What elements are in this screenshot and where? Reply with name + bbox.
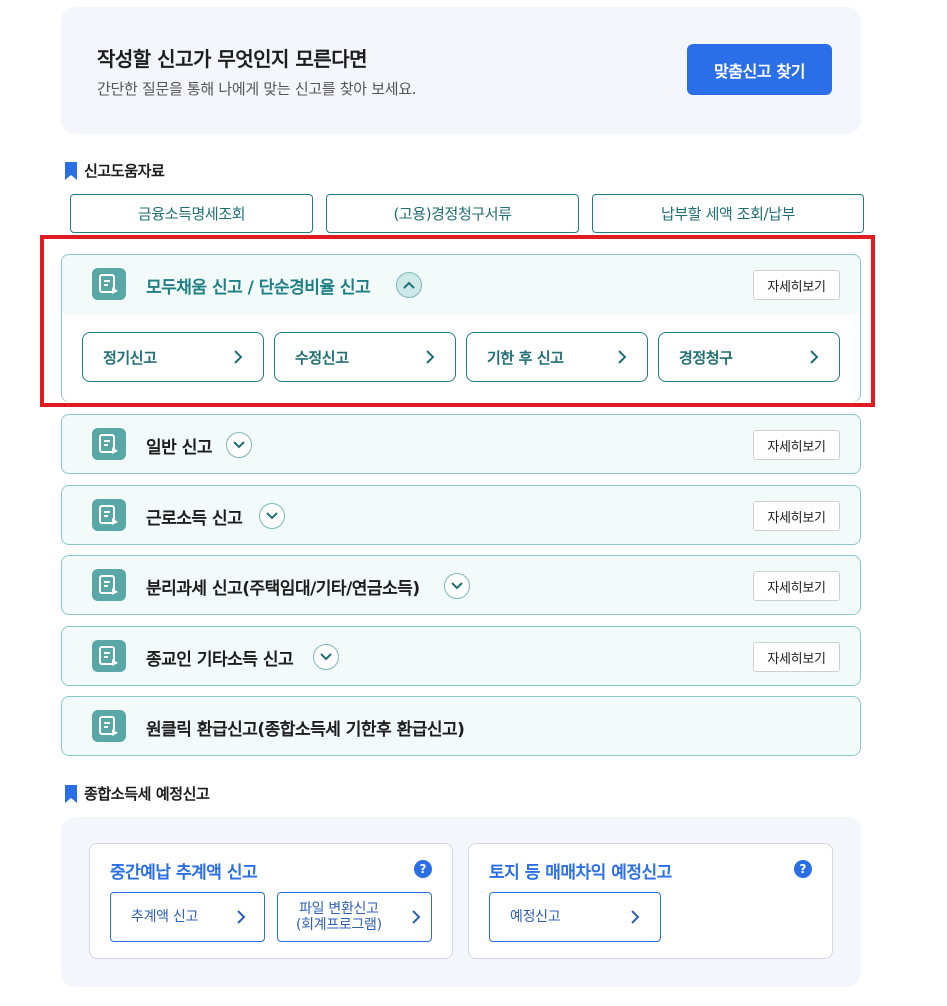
button-label: 추계액 신고: [131, 909, 199, 925]
card-title: 중간예납 추계액 신고: [110, 863, 258, 883]
interim-prepayment-card: 중간예납 추계액 신고 ? 추계액 신고 파일 변환신고 (회계프로그램): [89, 843, 453, 959]
accordion-title: 종교인 기타소득 신고: [146, 650, 294, 670]
document-edit-icon: [92, 640, 126, 672]
banner-title: 작성할 신고가 무엇인지 모른다면: [97, 47, 368, 71]
detail-view-button[interactable]: 자세히보기: [753, 642, 840, 672]
estimate-section-title: 종합소득세 예정신고: [84, 785, 210, 803]
amended-report-button[interactable]: 수정신고: [274, 332, 456, 382]
detail-view-button[interactable]: 자세히보기: [753, 270, 840, 300]
chevron-down-icon[interactable]: [259, 503, 285, 529]
accordion-religious-income-report[interactable]: 종교인 기타소득 신고 자세히보기: [61, 626, 861, 686]
estimate-section-heading: 종합소득세 예정신고: [64, 783, 210, 804]
question-circle-icon[interactable]: ?: [794, 860, 812, 878]
help-section-heading: 신고도움자료: [64, 160, 165, 181]
document-edit-icon: [92, 499, 126, 531]
find-custom-report-button[interactable]: 맞춤신고 찾기: [687, 44, 832, 95]
chevron-right-icon: [412, 910, 421, 924]
late-report-button[interactable]: 기한 후 신고: [466, 332, 648, 382]
estimated-report-button[interactable]: 예정신고: [489, 892, 661, 942]
chevron-right-icon: [631, 910, 640, 924]
document-edit-icon: [92, 268, 126, 300]
accordion-header[interactable]: 모두채움 신고 / 단순경비율 신고 자세히보기: [62, 255, 860, 314]
chevron-right-icon: [618, 350, 627, 364]
chevron-right-icon: [234, 350, 243, 364]
financial-income-lookup-button[interactable]: 금융소득명세조회: [70, 194, 313, 233]
land-sale-gain-card: 토지 등 매매차익 예정신고 ? 예정신고: [468, 843, 833, 959]
document-edit-icon: [92, 710, 126, 742]
question-circle-icon[interactable]: ?: [414, 860, 432, 878]
detail-view-button[interactable]: 자세히보기: [753, 571, 840, 601]
chevron-right-icon: [810, 350, 819, 364]
accordion-earned-income-report[interactable]: 근로소득 신고 자세히보기: [61, 485, 861, 545]
estimate-report-panel: 중간예납 추계액 신고 ? 추계액 신고 파일 변환신고 (회계프로그램) 토지…: [61, 817, 861, 987]
card-title: 토지 등 매매차익 예정신고: [489, 863, 672, 883]
detail-view-button[interactable]: 자세히보기: [753, 501, 840, 531]
accordion-body: 정기신고 수정신고 기한 후 신고 경정청구: [62, 314, 860, 402]
detail-view-button[interactable]: 자세히보기: [753, 430, 840, 460]
button-label: 예정신고: [510, 909, 561, 925]
accordion-general-report[interactable]: 일반 신고 자세히보기: [61, 414, 861, 474]
accordion-one-click-refund[interactable]: 원클릭 환급신고(종합소득세 기한후 환급신고): [61, 696, 861, 756]
find-report-banner: 작성할 신고가 무엇인지 모른다면 간단한 질문을 통해 나에게 맞는 신고를 …: [61, 7, 861, 134]
accordion-simple-report: 모두채움 신고 / 단순경비율 신고 자세히보기 정기신고 수정신고 기한 후 …: [61, 254, 861, 402]
file-conversion-report-button[interactable]: 파일 변환신고 (회계프로그램): [277, 892, 432, 942]
accordion-title: 분리과세 신고(주택임대/기타/연금소득): [146, 579, 420, 599]
button-label: 파일 변환신고 (회계프로그램): [296, 901, 382, 933]
bookmark-icon: [64, 161, 78, 180]
bookmark-icon: [64, 784, 78, 803]
document-edit-icon: [92, 569, 126, 601]
banner-subtitle: 간단한 질문을 통해 나에게 맞는 신고를 찾아 보세요.: [97, 80, 417, 98]
accordion-title: 모두채움 신고 / 단순경비율 신고: [146, 278, 371, 298]
button-label: 정기신고: [103, 348, 157, 367]
estimated-amount-report-button[interactable]: 추계액 신고: [110, 892, 265, 942]
chevron-down-icon[interactable]: [313, 644, 339, 670]
chevron-right-icon: [237, 910, 246, 924]
button-label: 수정신고: [295, 348, 349, 367]
chevron-up-icon[interactable]: [396, 272, 422, 298]
chevron-down-icon[interactable]: [444, 573, 470, 599]
accordion-title: 원클릭 환급신고(종합소득세 기한후 환급신고): [146, 720, 465, 740]
regular-report-button[interactable]: 정기신고: [82, 332, 264, 382]
button-label: 경정청구: [679, 348, 733, 367]
correction-claim-button[interactable]: 경정청구: [658, 332, 840, 382]
accordion-title: 근로소득 신고: [146, 509, 243, 529]
accordion-title: 일반 신고: [146, 438, 212, 458]
button-label: 기한 후 신고: [487, 348, 564, 367]
chevron-right-icon: [426, 350, 435, 364]
help-section-title: 신고도움자료: [84, 162, 165, 180]
accordion-separate-tax-report[interactable]: 분리과세 신고(주택임대/기타/연금소득) 자세히보기: [61, 555, 861, 615]
document-edit-icon: [92, 428, 126, 460]
tax-payment-lookup-button[interactable]: 납부할 세액 조회/납부: [592, 194, 864, 233]
employment-correction-docs-button[interactable]: (고용)경정청구서류: [326, 194, 579, 233]
chevron-down-icon[interactable]: [226, 432, 252, 458]
